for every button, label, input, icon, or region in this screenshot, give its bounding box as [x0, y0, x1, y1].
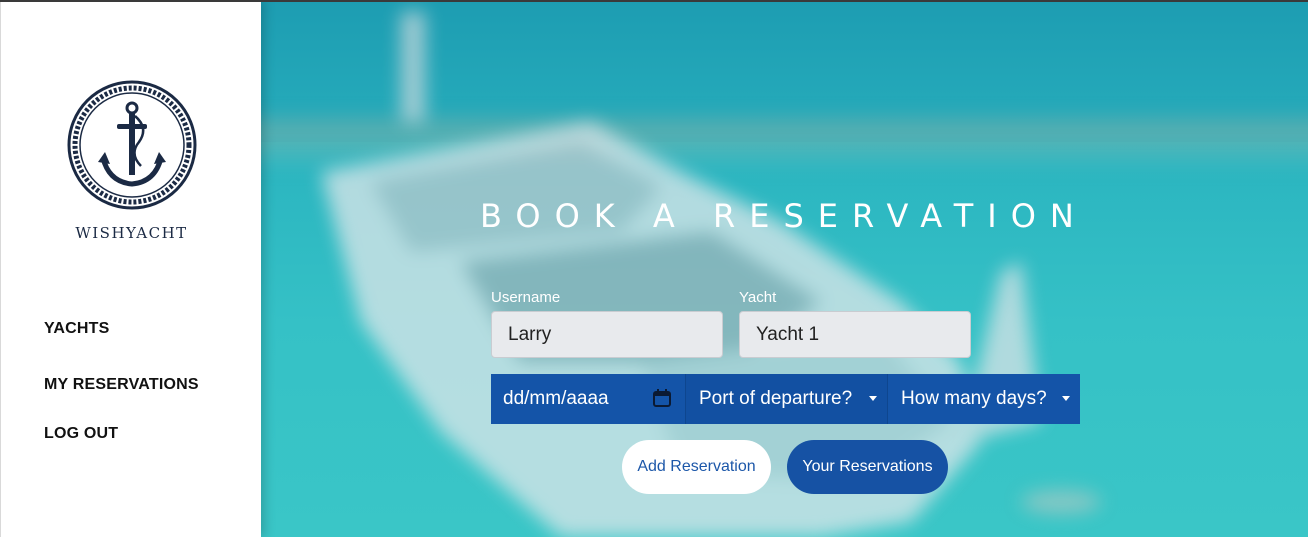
- yacht-label: Yacht: [739, 289, 777, 306]
- anchor-logo-icon[interactable]: [65, 78, 199, 212]
- days-select[interactable]: How many days?: [887, 374, 1080, 424]
- date-placeholder: dd/mm/aaaa: [503, 388, 609, 409]
- brand-name: WISHYACHT: [75, 224, 188, 242]
- hero-background: [261, 2, 1308, 537]
- port-of-departure-select[interactable]: Port of departure?: [685, 374, 887, 424]
- chevron-down-icon: [869, 396, 877, 401]
- username-label: Username: [491, 289, 561, 306]
- add-reservation-button[interactable]: Add Reservation: [622, 440, 771, 494]
- sidebar: WISHYACHT YACHTS MY RESERVATIONS LOG OUT: [0, 0, 261, 537]
- calendar-icon[interactable]: [653, 389, 671, 407]
- window-top-border: [0, 0, 1308, 2]
- nav-item-my-reservations[interactable]: MY RESERVATIONS: [44, 376, 199, 394]
- days-select-value: How many days?: [901, 388, 1047, 409]
- port-select-value: Port of departure?: [699, 388, 853, 409]
- nav-item-log-out[interactable]: LOG OUT: [44, 425, 118, 443]
- your-reservations-button[interactable]: Your Reservations: [787, 440, 948, 494]
- yacht-background-image: [321, 12, 1101, 537]
- nav-item-yachts[interactable]: YACHTS: [44, 320, 110, 338]
- username-field[interactable]: Larry: [491, 311, 723, 358]
- date-input[interactable]: dd/mm/aaaa: [491, 374, 685, 424]
- chevron-down-icon: [1062, 396, 1070, 401]
- reservation-options-bar: dd/mm/aaaa Port of departure? How many d…: [491, 374, 1080, 424]
- yacht-field[interactable]: Yacht 1: [739, 311, 971, 358]
- page-title: BOOK A RESERVATION: [480, 197, 1088, 235]
